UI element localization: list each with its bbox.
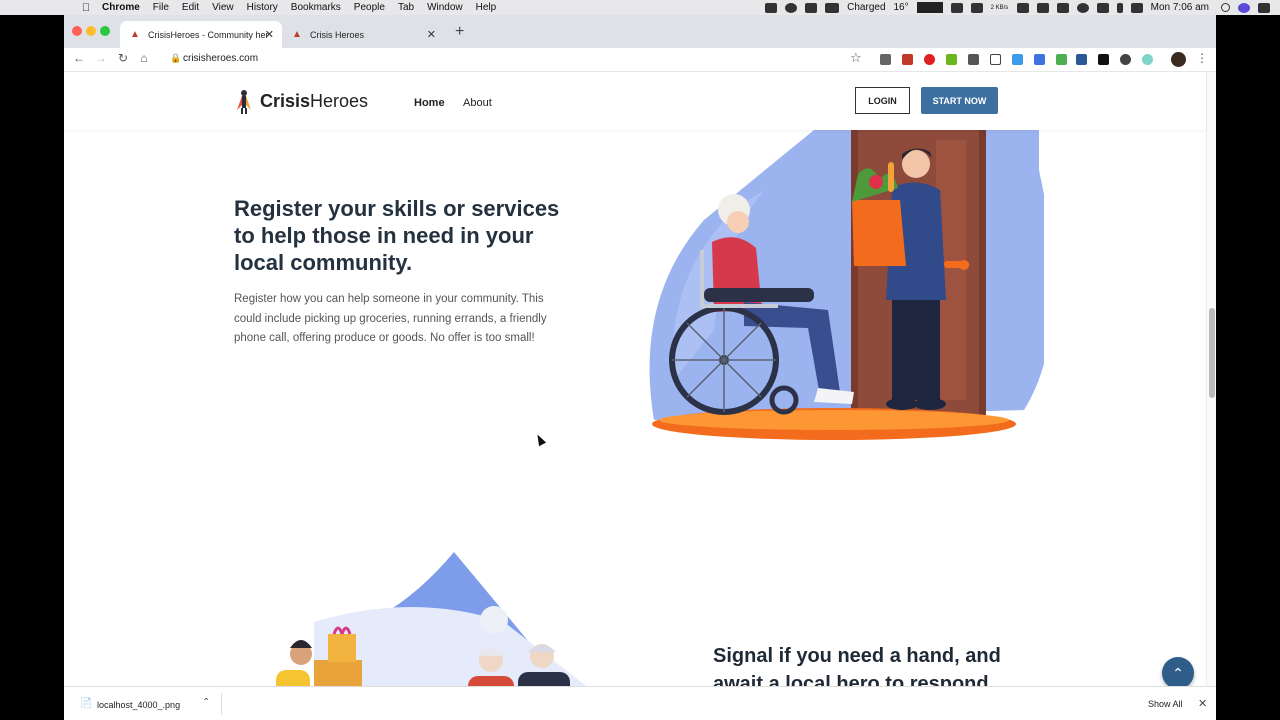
crisisheroes-favicon: ▲ — [292, 28, 302, 40]
menu-people[interactable]: People — [354, 2, 385, 13]
home-icon[interactable]: ⌂ — [136, 51, 152, 65]
browser-menu-icon[interactable]: ⋮ — [1196, 51, 1208, 65]
address-bar[interactable]: crisisheroes.com — [183, 53, 258, 64]
display-icon[interactable] — [970, 2, 983, 13]
menu-edit[interactable]: Edit — [182, 2, 199, 13]
scroll-to-top-button[interactable]: ⌃ — [1162, 657, 1194, 686]
file-icon: 📄 — [80, 698, 93, 709]
drive-icon[interactable] — [1016, 2, 1029, 13]
menubar-status-area: Charged 16° 2 KB/s Mon 7:06 am — [757, 0, 1280, 15]
window-zoom-button[interactable] — [100, 26, 110, 36]
bluetooth-icon[interactable] — [1116, 2, 1123, 13]
page-scrollbar[interactable] — [1206, 72, 1216, 686]
close-icon[interactable]: ✕ — [1198, 697, 1207, 710]
menu-help[interactable]: Help — [476, 2, 497, 13]
extension-icon[interactable] — [990, 54, 1001, 65]
activity-graph-icon[interactable] — [916, 2, 943, 13]
hero-logo-icon — [237, 90, 251, 114]
hero-heading: Register your skills or services to help… — [234, 196, 560, 275]
crisisheroes-favicon: ▲ — [130, 28, 140, 40]
back-icon[interactable]: ← — [71, 51, 87, 65]
hero-description: Register how you can help someone in you… — [234, 293, 547, 344]
site-logo[interactable]: CrisisHeroes — [234, 88, 368, 114]
menu-history[interactable]: History — [247, 2, 278, 13]
spotlight-search-icon[interactable] — [1221, 3, 1230, 12]
start-now-button[interactable]: START NOW — [921, 87, 998, 114]
new-tab-button[interactable]: + — [455, 23, 464, 41]
scrollbar-thumb[interactable] — [1209, 308, 1215, 398]
logo-wordmark-bold: Crisis — [260, 90, 311, 111]
extension-icon[interactable] — [1076, 54, 1087, 65]
extension-icon[interactable] — [1012, 54, 1023, 65]
tab-strip: ▲ CrisisHeroes - Community heroes ✕ ▲ Cr… — [64, 15, 1216, 48]
logo-wordmark-light: Heroes — [310, 90, 369, 111]
divider — [221, 693, 222, 715]
tab-close-icon[interactable]: ✕ — [265, 28, 274, 41]
reload-icon[interactable]: ↻ — [115, 51, 131, 65]
extension-icon[interactable] — [1034, 54, 1045, 65]
grid-icon[interactable] — [1096, 2, 1109, 13]
community-illustration — [276, 552, 587, 686]
window-close-button[interactable] — [72, 26, 82, 36]
extension-icon[interactable] — [946, 54, 957, 65]
browser-window: ▲ CrisisHeroes - Community heroes ✕ ▲ Cr… — [64, 15, 1216, 720]
logo-wordmark: CrisisHeroes — [260, 91, 368, 112]
extension-icon[interactable] — [968, 54, 979, 65]
dropbox-icon[interactable] — [805, 2, 818, 13]
apple-icon[interactable]:  — [78, 2, 94, 14]
weather-temperature[interactable]: 16° — [894, 2, 909, 13]
extension-icon[interactable] — [880, 54, 891, 65]
tab-title: CrisisHeroes - Community heroes — [148, 29, 268, 40]
notification-center-icon[interactable] — [1258, 2, 1270, 13]
extension-icon[interactable] — [902, 54, 913, 65]
skype-icon[interactable] — [785, 2, 798, 13]
chevron-up-icon: ⌃ — [1172, 664, 1184, 681]
pen-icon[interactable] — [950, 2, 963, 13]
menubar-clock[interactable]: Mon 7:06 am — [1151, 2, 1209, 13]
battery-icon[interactable] — [825, 2, 840, 13]
tab-title: Crisis Heroes — [310, 29, 365, 40]
menu-tab[interactable]: Tab — [398, 2, 414, 13]
vpn-icon[interactable] — [1056, 2, 1069, 13]
wifi-icon[interactable] — [1130, 2, 1143, 13]
section-heading: Signal if you need a hand, and await a l… — [713, 645, 1001, 686]
extension-icon[interactable] — [1056, 54, 1067, 65]
menu-app-chrome[interactable]: Chrome — [102, 2, 140, 13]
mouse-cursor — [533, 432, 547, 447]
web-page: CrisisHeroes Home About LOGIN START NOW … — [64, 72, 1216, 686]
download-item[interactable]: localhost_4000_.png — [97, 700, 180, 710]
tab-close-icon[interactable]: ✕ — [427, 28, 436, 41]
extension-icon[interactable] — [1142, 54, 1153, 65]
nav-about[interactable]: About — [463, 97, 492, 109]
profile-avatar[interactable] — [1171, 52, 1186, 67]
menu-file[interactable]: File — [153, 2, 169, 13]
pin-icon[interactable] — [1036, 2, 1049, 13]
chevron-up-icon[interactable]: ⌃ — [202, 697, 210, 708]
screen-record-icon[interactable] — [765, 2, 778, 13]
tab-crisisheroes-community[interactable]: ▲ CrisisHeroes - Community heroes ✕ — [120, 21, 282, 48]
extension-icon[interactable] — [1120, 54, 1131, 65]
show-all-button[interactable]: Show All — [1148, 699, 1183, 709]
macos-menu-bar:  Chrome File Edit View History Bookmark… — [0, 0, 1280, 15]
window-minimize-button[interactable] — [86, 26, 96, 36]
lock-icon[interactable]: 🔒 — [170, 53, 181, 64]
extension-icon[interactable] — [924, 54, 935, 65]
siri-icon[interactable] — [1238, 2, 1250, 13]
onepassword-icon[interactable] — [1076, 2, 1089, 13]
network-speed: 2 KB/s — [990, 4, 1009, 11]
nav-home[interactable]: Home — [414, 97, 445, 109]
forward-icon[interactable]: → — [93, 51, 109, 65]
menu-view[interactable]: View — [212, 2, 234, 13]
tab-crisis-heroes[interactable]: ▲ Crisis Heroes ✕ — [282, 21, 444, 48]
menu-window[interactable]: Window — [427, 2, 463, 13]
login-button[interactable]: LOGIN — [855, 87, 910, 114]
menu-bookmarks[interactable]: Bookmarks — [291, 2, 341, 13]
extension-icon[interactable] — [1098, 54, 1109, 65]
battery-status: Charged — [847, 2, 886, 13]
browser-toolbar: ← → ↻ ⌂ 🔒 crisisheroes.com ☆ ⋮ — [64, 48, 1216, 72]
bookmark-star-icon[interactable]: ☆ — [850, 50, 862, 66]
wheelchair-grocery-illustration — [649, 130, 1044, 440]
site-header: CrisisHeroes Home About LOGIN START NOW — [64, 72, 1206, 130]
download-shelf: 📄 localhost_4000_.png ⌃ Show All ✕ — [64, 686, 1216, 720]
